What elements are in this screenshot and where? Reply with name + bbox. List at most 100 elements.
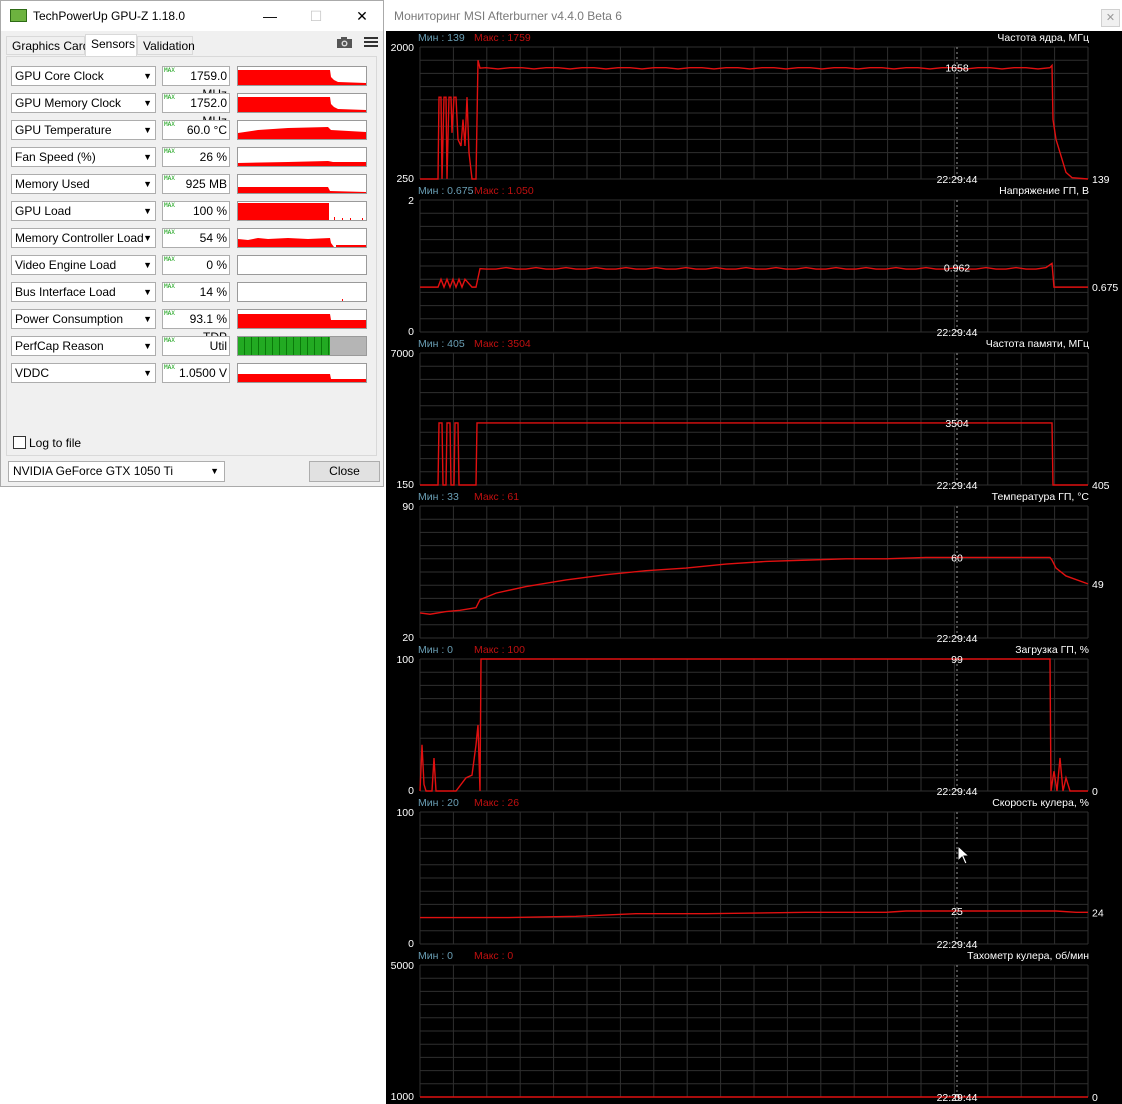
sensor-name-dropdown[interactable]: PerfCap Reason ▼ — [11, 336, 156, 356]
sensor-graph-area — [342, 299, 343, 301]
sensor-value: MAX 0 % — [162, 255, 230, 275]
y-axis-max-label: 2 — [408, 195, 414, 207]
graph-min-label: Мин : 20 — [418, 797, 459, 809]
tab-validation[interactable]: Validation — [137, 36, 195, 55]
y-axis-max-label: 90 — [402, 501, 414, 513]
max-indicator: MAX — [164, 121, 175, 128]
graph-min-label: Мин : 0.675 — [418, 185, 474, 197]
close-icon: ✕ — [356, 8, 368, 24]
close-button[interactable]: Close — [309, 461, 380, 482]
graph-title: Скорость кулера, % — [992, 797, 1089, 809]
sensor-name-dropdown[interactable]: GPU Core Clock ▼ — [11, 66, 156, 86]
perfcap-tick — [279, 337, 280, 355]
right-value-label: 49 — [1092, 579, 1104, 591]
close-window-button[interactable]: ✕ — [339, 1, 385, 31]
chevron-down-icon: ▼ — [143, 206, 152, 216]
right-value-label: 0 — [1092, 1092, 1098, 1104]
time-label: 22:29:44 — [937, 480, 978, 492]
maximize-button[interactable]: ☐ — [293, 1, 339, 31]
sensor-name-dropdown[interactable]: Video Engine Load ▼ — [11, 255, 156, 275]
sensor-name: GPU Core Clock — [15, 69, 104, 83]
graph-max-label: Макс : 100 — [474, 644, 525, 656]
y-axis-min-label: 1000 — [391, 1091, 415, 1103]
y-axis-max-label: 5000 — [391, 960, 415, 972]
tab-graphics-card[interactable]: Graphics Card — [6, 36, 89, 55]
current-value-label: 1658 — [945, 63, 969, 75]
chevron-down-icon: ▼ — [143, 368, 152, 378]
sensor-graph — [237, 174, 367, 194]
sensor-name-dropdown[interactable]: GPU Temperature ▼ — [11, 120, 156, 140]
gpu-select-dropdown[interactable]: NVIDIA GeForce GTX 1050 Ti ▼ — [8, 461, 225, 482]
minimize-button[interactable]: — — [247, 1, 293, 31]
sensor-row: Fan Speed (%) ▼ MAX 26 % — [11, 147, 371, 169]
graph-max-label: Макс : 61 — [474, 491, 519, 503]
chevron-down-icon: ▼ — [143, 260, 152, 270]
log-to-file-checkbox[interactable]: Log to file — [13, 436, 81, 450]
graph-title: Напряжение ГП, В — [999, 185, 1089, 197]
sensor-graph-area — [238, 161, 366, 166]
sensor-name-dropdown[interactable]: Fan Speed (%) ▼ — [11, 147, 156, 167]
sensor-graph — [237, 93, 367, 113]
sensor-value: MAX 60.0 °C — [162, 120, 230, 140]
right-value-label: 139 — [1092, 174, 1110, 186]
max-indicator: MAX — [164, 256, 175, 263]
max-indicator: MAX — [164, 94, 175, 101]
sensor-graph-svg — [238, 97, 366, 112]
sensor-graph — [237, 120, 367, 140]
sensor-graph-area — [334, 217, 335, 220]
graph-title: Загрузка ГП, % — [1015, 644, 1089, 656]
checkbox-box[interactable] — [13, 436, 26, 449]
y-axis-min-label: 0 — [408, 326, 414, 338]
sensor-name-dropdown[interactable]: VDDC ▼ — [11, 363, 156, 383]
sensor-graph — [237, 66, 367, 86]
sensor-name-dropdown[interactable]: GPU Memory Clock ▼ — [11, 93, 156, 113]
tab-sensors[interactable]: Sensors — [85, 34, 137, 56]
sensor-name: PerfCap Reason — [15, 339, 104, 353]
sensor-name-dropdown[interactable]: Bus Interface Load ▼ — [11, 282, 156, 302]
sensor-name-dropdown[interactable]: Memory Used ▼ — [11, 174, 156, 194]
sensor-name: VDDC — [15, 366, 50, 380]
sensor-graph-area — [342, 218, 343, 220]
right-value-label: 405 — [1092, 480, 1110, 492]
perfcap-tick — [258, 337, 259, 355]
chevron-down-icon: ▼ — [143, 314, 152, 324]
sensor-value: MAX Util — [162, 336, 230, 356]
sensor-name-dropdown[interactable]: Memory Controller Load ▼ — [11, 228, 156, 248]
perfcap-tick — [265, 337, 266, 355]
perfcap-tick — [314, 337, 315, 355]
sensor-value: MAX1752.0 MHz — [162, 93, 230, 128]
graph-max-label: Макс : 3504 — [474, 338, 531, 350]
sensor-value: MAX 54 % — [162, 228, 230, 248]
hamburger-menu-icon[interactable] — [364, 36, 378, 51]
chevron-down-icon: ▼ — [143, 71, 152, 81]
sensor-graph-svg — [238, 238, 366, 247]
sensor-graph-svg — [238, 161, 366, 166]
current-value-label: 0.962 — [944, 263, 970, 275]
sensor-name: Video Engine Load — [15, 258, 117, 272]
sensor-name-dropdown[interactable]: GPU Load ▼ — [11, 201, 156, 221]
sensor-value-text: 60.0 °C — [186, 123, 227, 137]
mouse-cursor-icon — [957, 845, 971, 865]
current-value-label: 25 — [951, 906, 963, 918]
chevron-down-icon: ▼ — [143, 125, 152, 135]
gpuz-window: TechPowerUp GPU-Z 1.18.0 — ☐ ✕ Graphics … — [0, 0, 384, 487]
sensor-name-dropdown[interactable]: Power Consumption ▼ — [11, 309, 156, 329]
time-label: 22:29:44 — [937, 174, 978, 186]
sensor-row: PerfCap Reason ▼ MAX Util — [11, 336, 371, 358]
y-axis-max-label: 7000 — [391, 348, 415, 360]
graph-min-label: Мин : 405 — [418, 338, 465, 350]
sensor-row: Bus Interface Load ▼ MAX 14 % — [11, 282, 371, 304]
gpuz-titlebar[interactable]: TechPowerUp GPU-Z 1.18.0 — ☐ ✕ — [1, 1, 383, 31]
gpu-select-value: NVIDIA GeForce GTX 1050 Ti — [13, 464, 174, 478]
sensor-value-text: 14 % — [199, 285, 227, 299]
max-indicator: MAX — [164, 337, 175, 344]
perfcap-tick — [251, 337, 252, 355]
camera-icon[interactable] — [336, 36, 353, 52]
graph-title: Тахометр кулера, об/мин — [967, 950, 1089, 962]
y-axis-max-label: 100 — [396, 654, 414, 666]
sensor-graph-area — [238, 70, 366, 85]
sensor-row: GPU Temperature ▼ MAX 60.0 °C — [11, 120, 371, 142]
sensor-graph-area — [350, 218, 351, 220]
sensor-row: Memory Controller Load ▼ MAX 54 % — [11, 228, 371, 250]
sensor-graph — [237, 201, 367, 221]
